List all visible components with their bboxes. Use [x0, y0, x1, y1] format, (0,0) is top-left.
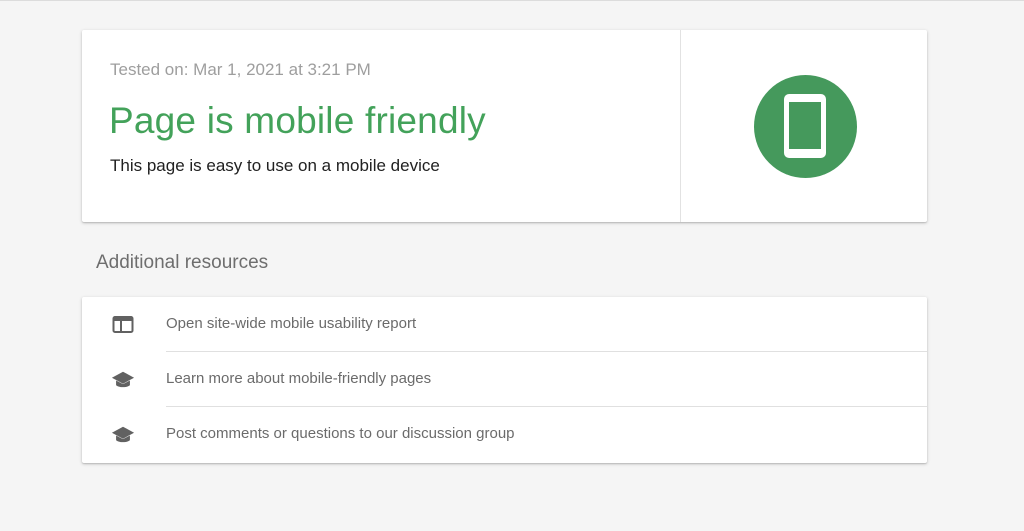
tested-on-timestamp: Tested on: Mar 1, 2021 at 3:21 PM — [110, 60, 371, 79]
result-title: Page is mobile friendly — [109, 100, 486, 141]
resource-label: Learn more about mobile-friendly pages — [166, 370, 432, 387]
graduation-cap-icon — [111, 368, 135, 392]
resource-label: Open site-wide mobile usability report — [166, 315, 417, 332]
resource-usability-report-link[interactable]: Open site-wide mobile usability report — [82, 297, 927, 352]
resource-label: Post comments or questions to our discus… — [166, 425, 515, 442]
resource-learn-more-link[interactable]: Learn more about mobile-friendly pages — [82, 352, 927, 407]
result-subtitle: This page is easy to use on a mobile dev… — [110, 156, 440, 175]
graduation-cap-icon — [111, 423, 135, 447]
result-card: Tested on: Mar 1, 2021 at 3:21 PM Page i… — [82, 30, 927, 222]
top-border — [0, 0, 1024, 1]
resources-list: Open site-wide mobile usability report L… — [82, 297, 927, 463]
result-icon-area — [681, 30, 927, 222]
result-text-area: Tested on: Mar 1, 2021 at 3:21 PM Page i… — [82, 30, 680, 222]
web-layout-icon — [111, 313, 135, 337]
additional-resources-heading: Additional resources — [96, 252, 269, 273]
smartphone-icon — [784, 94, 826, 158]
mobile-friendly-badge — [753, 74, 857, 178]
resource-discussion-group-link[interactable]: Post comments or questions to our discus… — [82, 407, 927, 462]
